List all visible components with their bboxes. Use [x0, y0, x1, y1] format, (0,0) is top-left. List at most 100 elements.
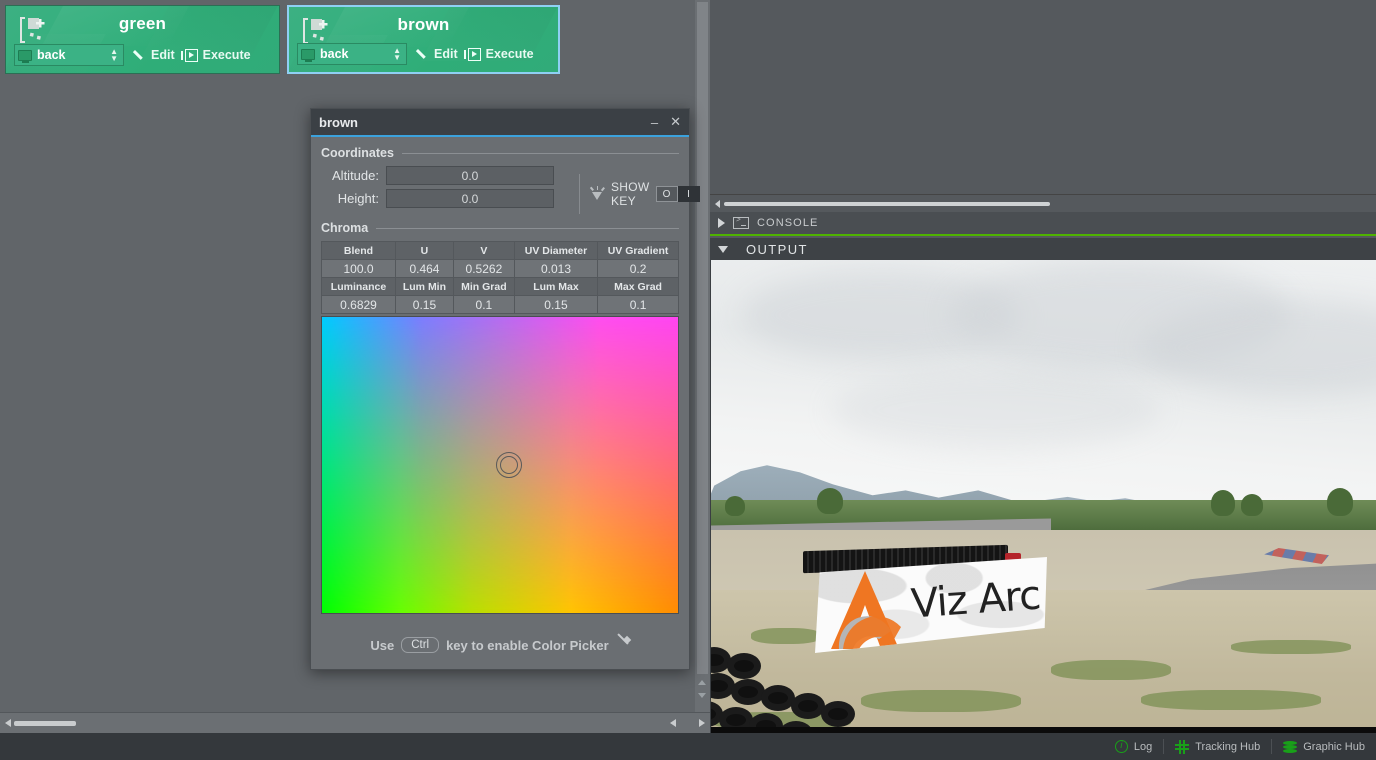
status-log-label: Log — [1134, 741, 1152, 753]
hint-prefix: Use — [370, 638, 394, 653]
grass-patch — [751, 628, 821, 644]
status-log[interactable]: Log — [1104, 733, 1163, 760]
card-execute-label: Execute — [203, 48, 251, 62]
grass-patch — [1231, 640, 1351, 654]
right-panel: CONSOLE OUTPUT — [710, 0, 1376, 733]
viz-arc-logo-text: Viz Arc — [910, 573, 1042, 628]
database-icon — [1283, 741, 1297, 753]
template-card-green[interactable]: green back ▲▼ Edit Execute — [5, 5, 280, 74]
card-channel-select[interactable]: back ▲▼ — [14, 44, 124, 66]
table-row: 0.6829 0.15 0.1 0.15 0.1 — [322, 296, 679, 314]
pencil-icon — [134, 49, 146, 61]
cell-v[interactable]: 0.5262 — [453, 260, 514, 278]
chevron-down-icon[interactable] — [718, 246, 728, 253]
cell-uv-gradient[interactable]: 0.2 — [598, 260, 679, 278]
col-lum-min: Lum Min — [396, 278, 454, 296]
card-title: green — [6, 14, 279, 34]
show-key-option-i[interactable]: I — [678, 186, 700, 202]
col-v: V — [453, 242, 514, 260]
right-panel-horizontal-scrollbar[interactable] — [710, 194, 1376, 212]
height-input[interactable]: 0.0 — [386, 189, 554, 208]
pencil-icon — [417, 48, 429, 60]
workspace-horizontal-scrollbar[interactable] — [0, 712, 710, 733]
col-luminance: Luminance — [322, 278, 396, 296]
altitude-input[interactable]: 0.0 — [386, 166, 554, 185]
accordion-console[interactable]: CONSOLE — [710, 212, 1376, 236]
coordinates-group-header: Coordinates — [321, 146, 679, 160]
cell-lum-max[interactable]: 0.15 — [514, 296, 597, 314]
scroll-left-icon[interactable] — [5, 719, 11, 727]
picker-cursor[interactable] — [496, 452, 522, 478]
cell-luminance[interactable]: 0.6829 — [322, 296, 396, 314]
dialog-title: brown — [319, 115, 639, 130]
scroll-right-icon[interactable] — [699, 719, 705, 727]
col-min-grad: Min Grad — [453, 278, 514, 296]
key-light-icon — [590, 187, 605, 202]
col-lum-max: Lum Max — [514, 278, 597, 296]
cell-max-grad[interactable]: 0.1 — [598, 296, 679, 314]
scrollbar-thumb[interactable] — [724, 202, 1050, 206]
grass-patch — [1141, 690, 1321, 710]
status-graphic-hub-label: Graphic Hub — [1303, 741, 1365, 753]
card-edit-label: Edit — [151, 48, 175, 62]
scroll-up-icon[interactable] — [698, 680, 706, 685]
status-tracking-hub[interactable]: Tracking Hub — [1164, 733, 1271, 760]
chevron-updown-icon[interactable]: ▲▼ — [393, 47, 401, 61]
card-execute-button[interactable]: Execute — [185, 48, 251, 62]
color-picker-hint: Use Ctrl key to enable Color Picker — [321, 630, 679, 660]
cell-min-grad[interactable]: 0.1 — [453, 296, 514, 314]
info-circle-icon — [1115, 740, 1128, 753]
tree — [1327, 488, 1353, 516]
coordinates-group-label: Coordinates — [321, 146, 394, 160]
accordion-console-label: CONSOLE — [757, 217, 819, 229]
monitor-icon — [301, 49, 315, 60]
card-execute-button[interactable]: Execute — [468, 47, 534, 61]
scroll-left-icon[interactable] — [715, 200, 720, 208]
foreground-tire-stack — [710, 653, 941, 733]
workspace-vertical-scrollbar[interactable] — [695, 0, 710, 712]
cell-lum-min[interactable]: 0.15 — [396, 296, 454, 314]
grass-patch — [1051, 660, 1171, 680]
accordion-output-label: OUTPUT — [746, 242, 808, 257]
minimize-icon[interactable]: – — [651, 115, 658, 130]
scroll-left-icon[interactable] — [670, 719, 676, 727]
status-bar: Log Tracking Hub Graphic Hub — [0, 733, 1376, 760]
dialog-titlebar[interactable]: brown – ✕ — [311, 109, 689, 137]
divider — [402, 153, 679, 154]
tree — [725, 496, 745, 516]
uv-color-picker[interactable] — [321, 316, 679, 614]
card-channel-select[interactable]: back ▲▼ — [297, 43, 407, 65]
status-graphic-hub[interactable]: Graphic Hub — [1272, 733, 1376, 760]
show-key-toggle[interactable]: O I — [656, 186, 700, 202]
cell-blend[interactable]: 100.0 — [322, 260, 396, 278]
card-edit-button[interactable]: Edit — [134, 48, 175, 62]
show-key-label: SHOW KEY — [611, 180, 650, 208]
chroma-parameters-table: Blend U V UV Diameter UV Gradient 100.0 … — [321, 241, 679, 314]
chroma-group: Chroma Blend U V UV Diameter UV Gradient… — [321, 221, 679, 314]
crosshair-icon — [1175, 740, 1189, 754]
scrollbar-thumb[interactable] — [14, 721, 76, 726]
close-icon[interactable]: ✕ — [670, 114, 681, 130]
col-uv-gradient: UV Gradient — [598, 242, 679, 260]
show-key-option-o[interactable]: O — [656, 186, 678, 202]
hint-suffix: key to enable Color Picker — [446, 638, 609, 653]
tree — [1211, 490, 1235, 516]
accordion-output[interactable]: OUTPUT — [710, 238, 1376, 260]
cursor-ring-inner — [500, 456, 518, 474]
table-header-row: Blend U V UV Diameter UV Gradient — [322, 242, 679, 260]
chroma-group-label: Chroma — [321, 221, 368, 235]
col-uv-diameter: UV Diameter — [514, 242, 597, 260]
scroll-down-icon[interactable] — [698, 693, 706, 698]
table-header-row: Luminance Lum Min Min Grad Lum Max Max G… — [322, 278, 679, 296]
card-toolbar: back ▲▼ Edit Execute — [297, 43, 550, 65]
card-title: brown — [289, 15, 558, 35]
cell-u[interactable]: 0.464 — [396, 260, 454, 278]
chevron-right-icon[interactable] — [718, 218, 725, 228]
scrollbar-thumb[interactable] — [697, 2, 708, 674]
card-edit-button[interactable]: Edit — [417, 47, 458, 61]
template-card-brown[interactable]: brown back ▲▼ Edit Execute — [287, 5, 560, 74]
divider — [376, 228, 679, 229]
col-max-grad: Max Grad — [598, 278, 679, 296]
chevron-updown-icon[interactable]: ▲▼ — [110, 48, 118, 62]
cell-uv-diameter[interactable]: 0.013 — [514, 260, 597, 278]
